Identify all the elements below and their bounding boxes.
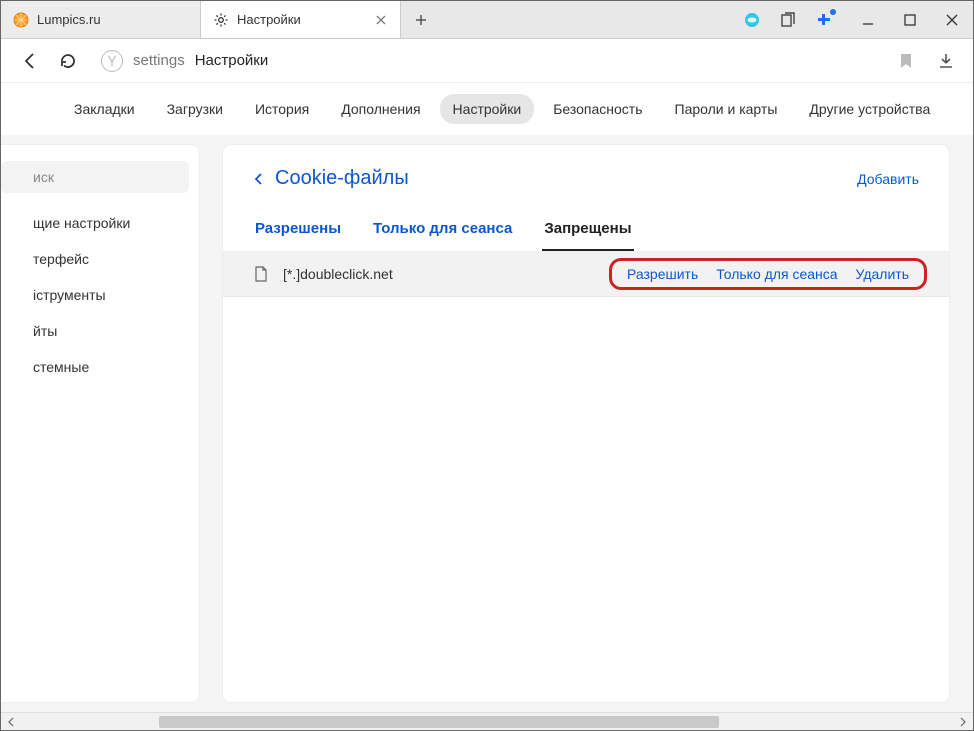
address-bar: settings Настройки — [1, 39, 973, 83]
yandex-icon — [101, 50, 123, 72]
sidebar-item-sites[interactable]: йты — [1, 313, 199, 349]
nav-bookmarks[interactable]: Закладки — [61, 94, 148, 124]
extensions-icon[interactable] — [815, 11, 833, 29]
sidebar-item-tools[interactable]: іструменты — [1, 277, 199, 313]
tab-bar: Lumpics.ru Настройки — [1, 1, 973, 39]
action-allow[interactable]: Разрешить — [627, 266, 698, 282]
subtab-blocked[interactable]: Запрещены — [542, 212, 633, 251]
tab-title: Настройки — [237, 12, 366, 27]
horizontal-scrollbar[interactable] — [1, 712, 973, 730]
page-title: Cookie-файлы — [275, 167, 409, 190]
downloads-icon[interactable] — [937, 52, 955, 70]
nav-extensions[interactable]: Дополнения — [328, 94, 433, 124]
nav-history[interactable]: История — [242, 94, 322, 124]
sidebar-search-input[interactable]: иск — [1, 161, 189, 193]
nav-security[interactable]: Безопасность — [540, 94, 655, 124]
subtab-session-only[interactable]: Только для сеанса — [371, 212, 514, 251]
add-button[interactable]: Добавить — [857, 171, 919, 187]
url-title: Настройки — [195, 52, 269, 69]
tab-lumpics[interactable]: Lumpics.ru — [1, 1, 201, 38]
sidebar-item-general[interactable]: щие настройки — [1, 205, 199, 241]
close-icon[interactable] — [374, 13, 388, 27]
scrollbar-thumb[interactable] — [159, 716, 719, 728]
scrollbar-track[interactable] — [19, 715, 955, 729]
cookie-domain: [*.]doubleclick.net — [283, 266, 617, 282]
sidebar-item-interface[interactable]: терфейс — [1, 241, 199, 277]
settings-top-nav: Закладки Загрузки История Дополнения Нас… — [1, 83, 973, 135]
url-prefix: settings — [133, 52, 185, 69]
subtab-allowed[interactable]: Разрешены — [253, 212, 343, 251]
bookmark-icon[interactable] — [897, 52, 915, 70]
nav-other-devices[interactable]: Другие устройства — [796, 94, 943, 124]
document-icon — [253, 266, 269, 282]
cookie-files-back-link[interactable]: Cookie-файлы — [253, 167, 409, 190]
nav-settings[interactable]: Настройки — [440, 94, 535, 124]
tab-title: Lumpics.ru — [37, 12, 188, 27]
cookie-subtabs: Разрешены Только для сеанса Запрещены — [223, 200, 949, 252]
notification-dot-icon — [830, 9, 836, 15]
cookie-row-list: [*.]doubleclick.net Разрешить Только для… — [223, 252, 949, 702]
chevron-left-icon — [253, 173, 265, 185]
maximize-button[interactable] — [889, 1, 931, 39]
new-tab-button[interactable] — [401, 1, 441, 38]
toolbar-extra-icons — [735, 1, 847, 38]
nav-downloads[interactable]: Загрузки — [154, 94, 236, 124]
action-delete[interactable]: Удалить — [856, 266, 909, 282]
browser-window: Lumpics.ru Настройки — [0, 0, 974, 731]
window-controls — [847, 1, 973, 38]
row-actions: Разрешить Только для сеанса Удалить — [617, 262, 919, 286]
omnibox[interactable]: settings Настройки — [95, 50, 881, 72]
settings-sidebar: иск щие настройки терфейс іструменты йты… — [1, 145, 199, 702]
gear-icon — [213, 12, 229, 28]
cookie-row[interactable]: [*.]doubleclick.net Разрешить Только для… — [223, 252, 949, 297]
action-session-only[interactable]: Только для сеанса — [716, 266, 837, 282]
reload-button[interactable] — [57, 50, 79, 72]
nav-passwords[interactable]: Пароли и карты — [662, 94, 791, 124]
minimize-button[interactable] — [847, 1, 889, 39]
sidebar-item-system[interactable]: стемные — [1, 349, 199, 385]
tab-settings[interactable]: Настройки — [201, 1, 401, 38]
scroll-right-icon[interactable] — [955, 715, 971, 729]
back-button[interactable] — [19, 50, 41, 72]
close-window-button[interactable] — [931, 1, 973, 39]
collections-icon[interactable] — [779, 11, 797, 29]
orange-slice-icon — [13, 12, 29, 28]
scroll-left-icon[interactable] — [3, 715, 19, 729]
assistant-icon[interactable] — [743, 11, 761, 29]
main-area: иск щие настройки терфейс іструменты йты… — [1, 135, 973, 712]
content-panel: Cookie-файлы Добавить Разрешены Только д… — [223, 145, 949, 702]
